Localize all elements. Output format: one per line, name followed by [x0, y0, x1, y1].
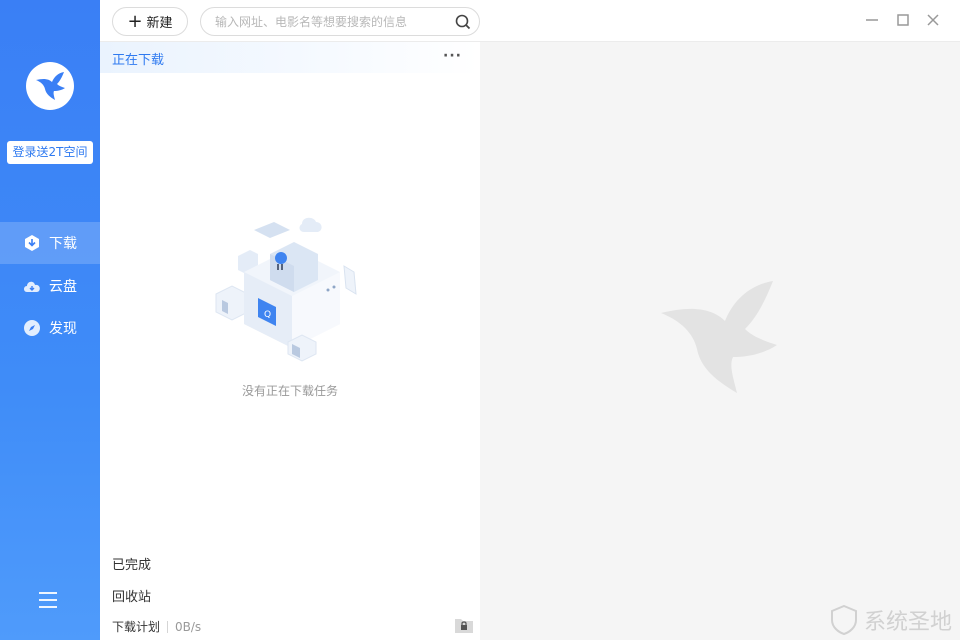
- empty-illustration: Q: [215, 217, 357, 362]
- nav-item-download[interactable]: 下载: [0, 222, 100, 264]
- app-logo: [26, 62, 74, 110]
- download-panel: 正在下载 ··· Q 没有正在下载任务 已完成 回收站 下载计划 0B/s: [100, 42, 480, 640]
- shield-icon: [830, 605, 857, 635]
- top-toolbar: + 新建: [100, 0, 960, 42]
- lock-folder-icon[interactable]: [454, 616, 474, 634]
- recycle-bin-link[interactable]: 回收站: [112, 586, 151, 605]
- hamburger-icon[interactable]: [39, 592, 57, 608]
- more-options-icon[interactable]: ···: [443, 48, 462, 64]
- bird-logo-icon: [661, 281, 777, 393]
- nav-item-discover[interactable]: 发现: [0, 307, 100, 349]
- watermark-text: 系统圣地: [863, 610, 952, 635]
- svg-text:Q: Q: [264, 310, 271, 320]
- download-icon: [22, 233, 42, 253]
- nav-item-cloud[interactable]: 云盘: [0, 265, 100, 307]
- nav-label: 发现: [49, 321, 77, 337]
- panel-header: 正在下载 ···: [100, 42, 480, 73]
- close-icon[interactable]: [925, 12, 941, 28]
- empty-state-message: 没有正在下载任务: [241, 384, 338, 398]
- completed-link[interactable]: 已完成: [112, 554, 151, 573]
- nav-label: 云盘: [49, 279, 77, 295]
- new-task-label: 新建: [146, 16, 173, 31]
- cloud-icon: [22, 276, 42, 296]
- search-icon[interactable]: [455, 14, 471, 30]
- search-box: [200, 7, 480, 36]
- bird-logo-icon: [36, 72, 65, 100]
- detail-area: 系统圣地: [480, 42, 960, 640]
- download-speed: 0B/s: [175, 619, 202, 634]
- search-input[interactable]: [215, 13, 445, 31]
- maximize-icon[interactable]: [895, 12, 911, 28]
- download-schedule-link[interactable]: 下载计划: [112, 618, 160, 635]
- sidebar: 登录送2T空间 下载 云盘 发现: [0, 0, 100, 640]
- divider: [167, 620, 169, 633]
- login-promo-button[interactable]: 登录送2T空间: [7, 141, 93, 164]
- status-footer: 下载计划 0B/s: [112, 618, 201, 635]
- new-task-button[interactable]: + 新建: [112, 7, 188, 36]
- minimize-icon[interactable]: [864, 12, 880, 28]
- panel-title[interactable]: 正在下载: [112, 49, 164, 68]
- watermark: 系统圣地: [830, 604, 952, 636]
- plus-icon: +: [127, 10, 143, 32]
- compass-icon: [22, 318, 42, 338]
- nav-label: 下载: [49, 236, 77, 252]
